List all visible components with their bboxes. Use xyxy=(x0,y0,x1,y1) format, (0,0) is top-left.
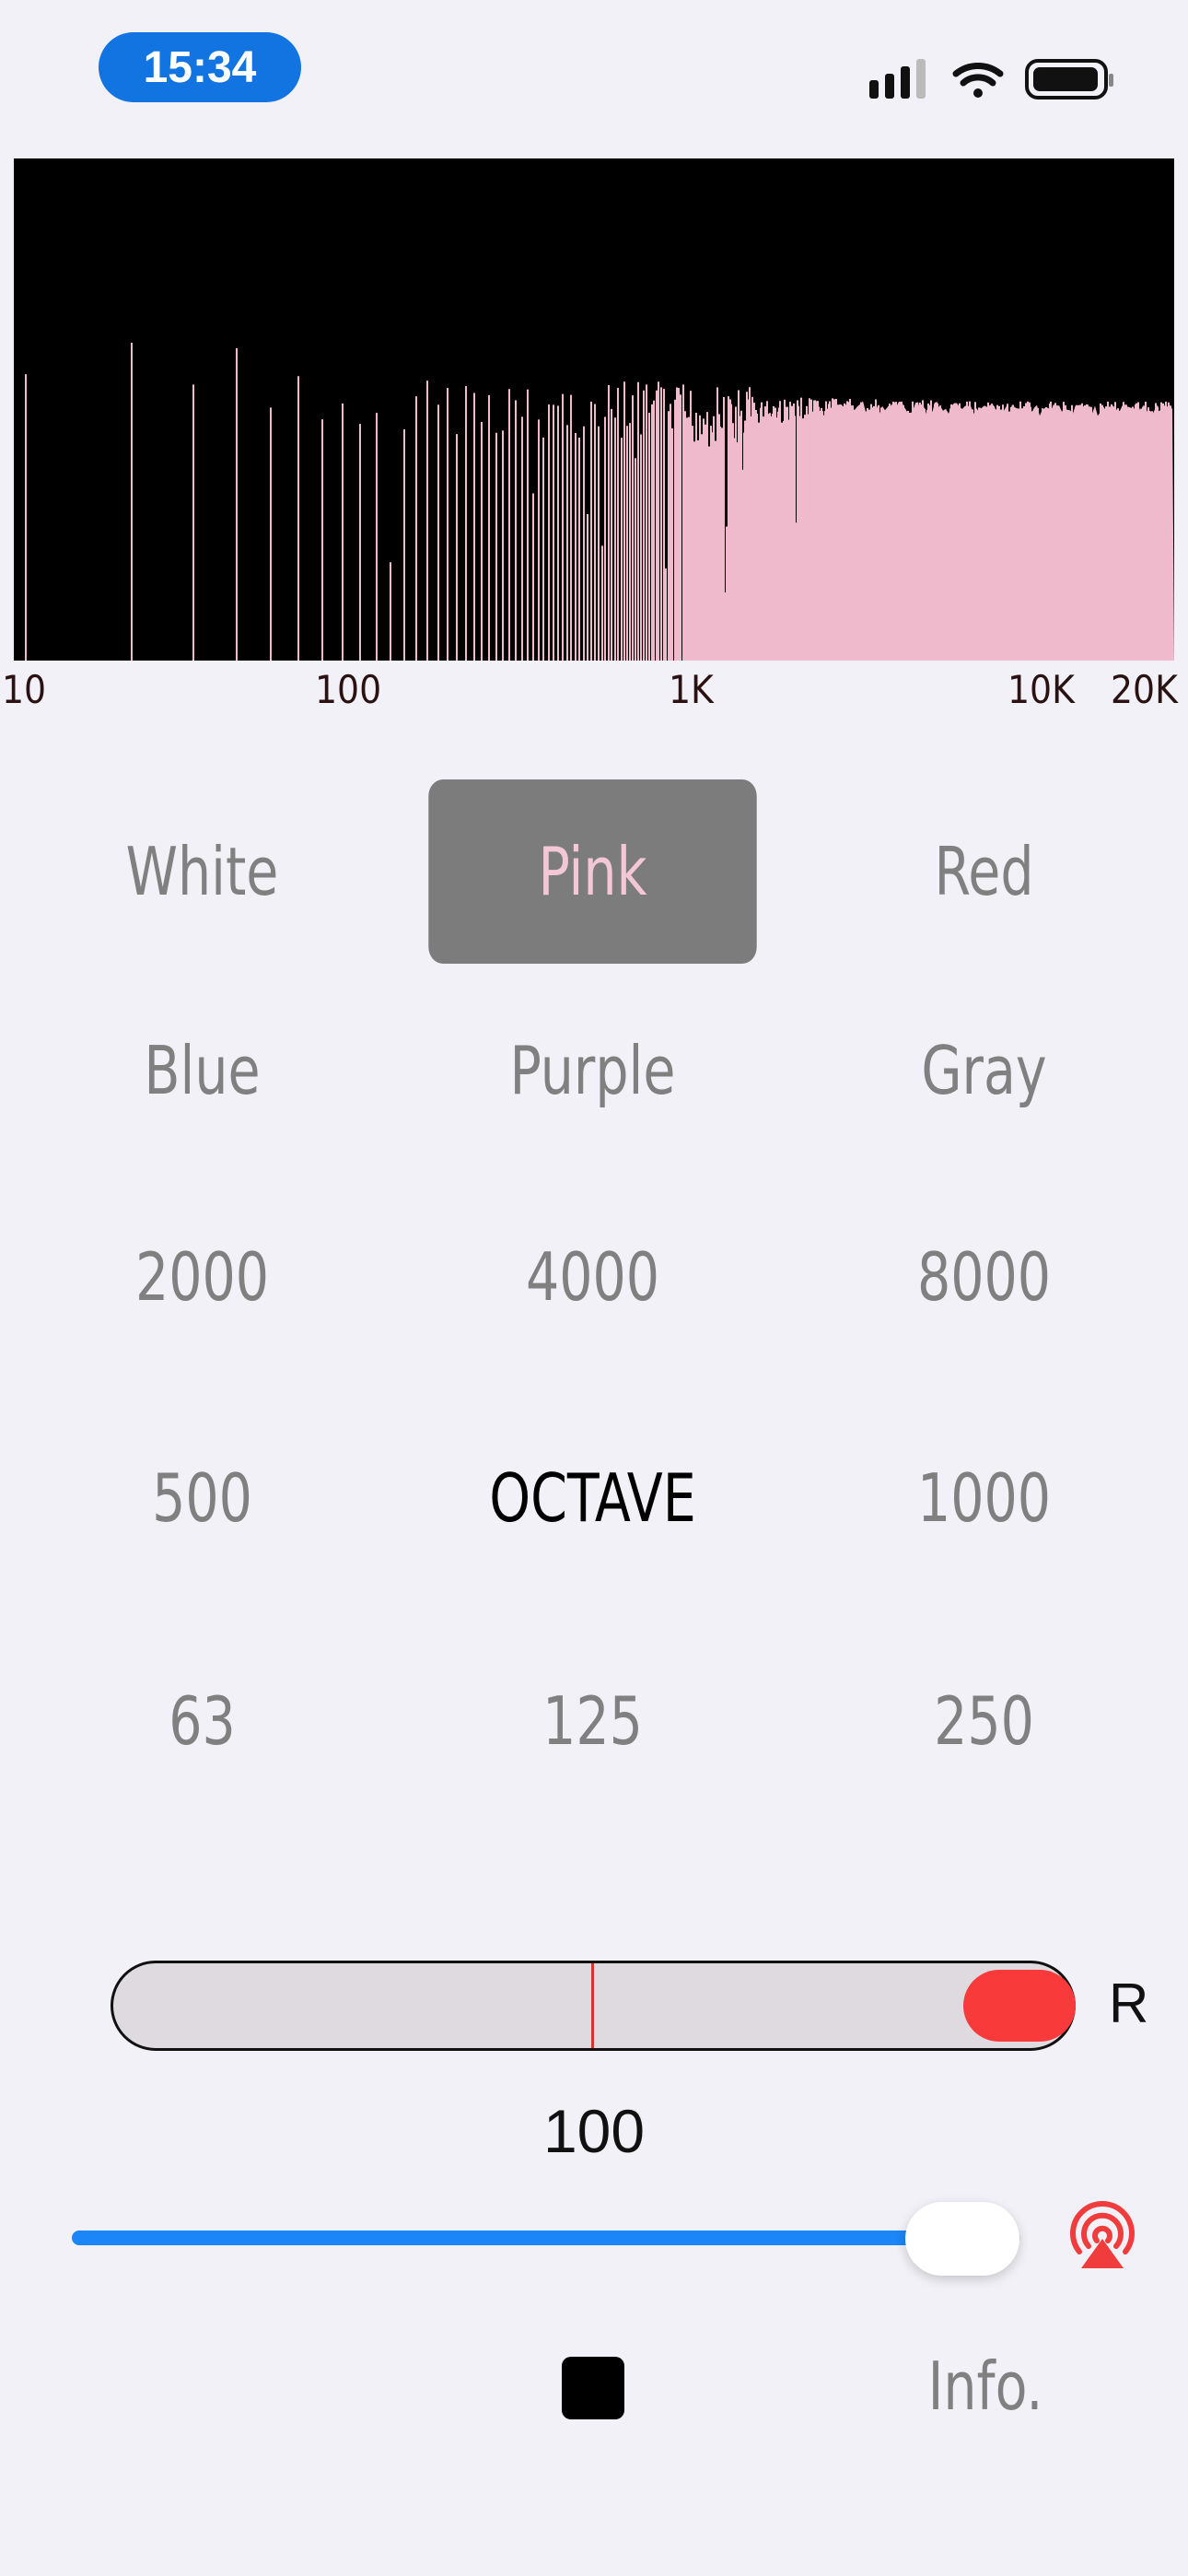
info-button[interactable]: Info. xyxy=(928,2340,1043,2432)
wifi-icon xyxy=(952,63,1004,98)
volume-slider-knob[interactable] xyxy=(905,2202,1019,2276)
band-4000-button[interactable]: 4000 xyxy=(428,1185,756,1369)
octave-mode-button[interactable]: OCTAVE xyxy=(428,1406,756,1590)
band-8000-button[interactable]: 8000 xyxy=(820,1185,1147,1369)
noise-pink-button[interactable]: Pink xyxy=(428,779,757,964)
volume-slider-track[interactable] xyxy=(72,2231,1020,2245)
axis-label-20k: 20K xyxy=(1111,667,1178,712)
spectrum-fill xyxy=(824,401,1174,661)
axis-label-1k: 1K xyxy=(669,667,714,712)
spectrum-display xyxy=(14,158,1174,661)
noise-blue-button[interactable]: Blue xyxy=(38,978,366,1163)
noise-red-button[interactable]: Red xyxy=(820,779,1147,964)
airplay-icon[interactable] xyxy=(1061,2195,1144,2277)
stop-button[interactable] xyxy=(562,2357,624,2419)
signal-icon xyxy=(869,59,926,99)
band-125-button[interactable]: 125 xyxy=(428,1629,756,1813)
noise-gray-button[interactable]: Gray xyxy=(820,978,1147,1163)
band-63-button[interactable]: 63 xyxy=(38,1629,366,1813)
balance-slider-knob[interactable] xyxy=(963,1970,1076,2042)
band-500-button[interactable]: 500 xyxy=(38,1406,366,1590)
balance-center-marker xyxy=(591,1963,594,2048)
balance-side-label: R xyxy=(1109,1973,1149,2034)
band-2000-button[interactable]: 2000 xyxy=(38,1185,366,1369)
axis-label-10: 10 xyxy=(2,667,47,712)
noise-white-button[interactable]: White xyxy=(38,779,366,964)
band-1000-button[interactable]: 1000 xyxy=(820,1406,1147,1590)
battery-icon xyxy=(1025,59,1113,100)
noise-purple-button[interactable]: Purple xyxy=(428,978,756,1163)
level-value: 100 xyxy=(542,2097,646,2165)
status-icons xyxy=(869,59,1113,100)
band-250-button[interactable]: 250 xyxy=(820,1629,1147,1813)
axis-label-100: 100 xyxy=(315,667,382,712)
volume-slider-fill xyxy=(72,2231,954,2245)
axis-label-10k: 10K xyxy=(1007,667,1075,712)
